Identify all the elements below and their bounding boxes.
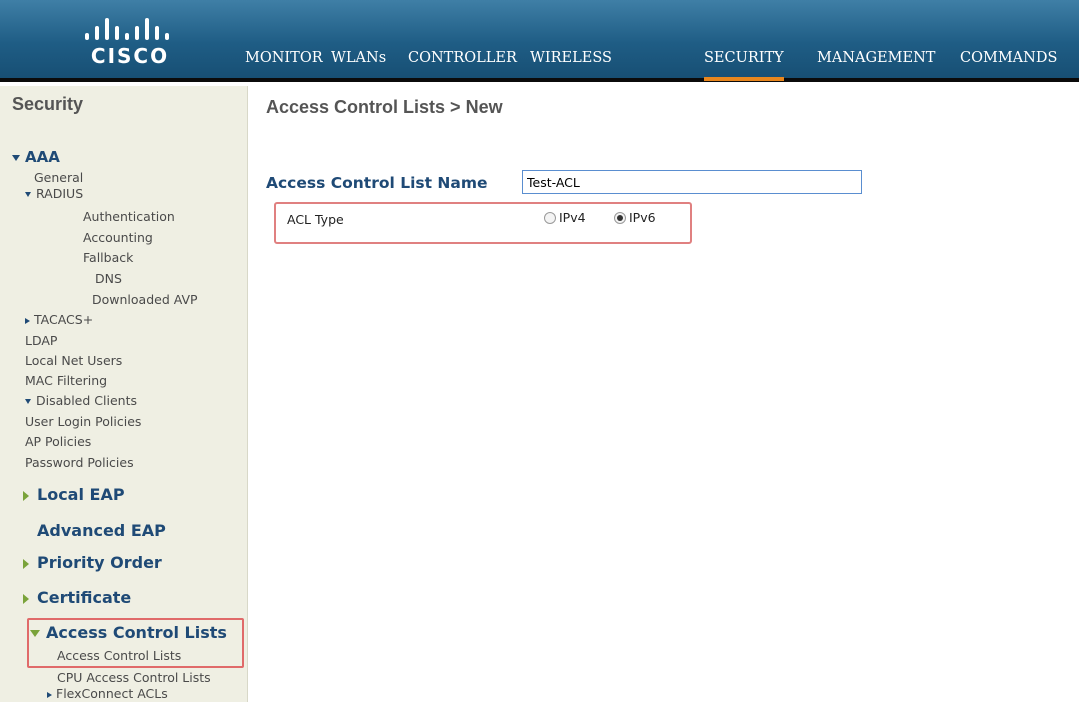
sidebar-item-local-net-users[interactable]: Local Net Users — [25, 353, 122, 368]
ipv6-radio[interactable]: IPv6 — [614, 210, 656, 225]
collapse-arrow-icon — [23, 490, 29, 501]
acl-name-label: Access Control List Name — [266, 174, 488, 192]
page-title: Access Control Lists > New — [266, 97, 503, 117]
sidebar-item-authentication[interactable]: Authentication — [83, 209, 175, 224]
sidebar-item-general[interactable]: General — [34, 170, 83, 185]
nav-wireless[interactable]: WIRELESS — [530, 45, 612, 81]
sidebar-item-flexconnect-acls[interactable]: FlexConnect ACLs — [47, 686, 168, 701]
radio-checked-icon — [614, 212, 626, 224]
top-header: CISCO MONITOR WLANs CONTROLLER WIRELESS … — [0, 0, 1079, 82]
sidebar-item-dns[interactable]: DNS — [95, 271, 122, 286]
sidebar-title: Security — [12, 94, 84, 114]
sidebar-item-user-login-policies[interactable]: User Login Policies — [25, 414, 141, 429]
sidebar-item-mac-filtering[interactable]: MAC Filtering — [25, 373, 107, 388]
sidebar-item-advanced-eap[interactable]: Advanced EAP — [37, 521, 166, 540]
nav-management[interactable]: MANAGEMENT — [817, 45, 935, 81]
nav-security[interactable]: SECURITY — [704, 45, 784, 81]
cisco-logo-bars-icon — [85, 14, 175, 40]
ipv4-radio[interactable]: IPv4 — [544, 210, 586, 225]
nav-monitor[interactable]: MONITOR — [245, 45, 323, 81]
sidebar-item-certificate[interactable]: Certificate — [23, 588, 131, 607]
nav-controller[interactable]: CONTROLLER — [408, 45, 517, 81]
sidebar-item-aaa[interactable]: AAA — [12, 148, 60, 166]
collapse-arrow-icon — [25, 317, 30, 324]
sidebar-item-ldap[interactable]: LDAP — [25, 333, 57, 348]
expand-arrow-icon — [25, 192, 31, 197]
sidebar-item-ap-policies[interactable]: AP Policies — [25, 434, 91, 449]
sidebar-item-accounting[interactable]: Accounting — [83, 230, 153, 245]
sidebar-item-disabled-clients[interactable]: Disabled Clients — [25, 393, 137, 408]
security-sidebar: Security AAA General RADIUS Authenticati… — [0, 86, 248, 702]
radio-unchecked-icon — [544, 212, 556, 224]
sidebar-item-fallback[interactable]: Fallback — [83, 250, 133, 265]
sidebar-item-cpu-acl[interactable]: CPU Access Control Lists — [57, 670, 211, 685]
sidebar-item-priority-order[interactable]: Priority Order — [23, 553, 162, 572]
expand-arrow-icon — [30, 630, 40, 637]
sidebar-item-tacacs[interactable]: TACACS+ — [25, 312, 93, 327]
sidebar-item-radius[interactable]: RADIUS — [25, 186, 83, 201]
sidebar-item-access-control-lists[interactable]: Access Control Lists — [30, 623, 227, 642]
cisco-logo-text: CISCO — [90, 44, 170, 68]
nav-wlans[interactable]: WLANs — [331, 45, 386, 81]
collapse-arrow-icon — [23, 593, 29, 604]
acl-type-label: ACL Type — [287, 212, 344, 227]
expand-arrow-icon — [12, 154, 20, 161]
sidebar-item-acl-list[interactable]: Access Control Lists — [57, 648, 181, 663]
sidebar-item-local-eap[interactable]: Local EAP — [23, 485, 125, 504]
collapse-arrow-icon — [23, 558, 29, 569]
expand-arrow-icon — [25, 399, 31, 404]
sidebar-item-downloaded-avp[interactable]: Downloaded AVP — [92, 292, 198, 307]
acl-name-input[interactable] — [522, 170, 862, 194]
nav-commands[interactable]: COMMANDS — [960, 45, 1057, 81]
sidebar-item-password-policies[interactable]: Password Policies — [25, 455, 134, 470]
collapse-arrow-icon — [47, 691, 52, 698]
cisco-logo: CISCO — [75, 14, 185, 70]
